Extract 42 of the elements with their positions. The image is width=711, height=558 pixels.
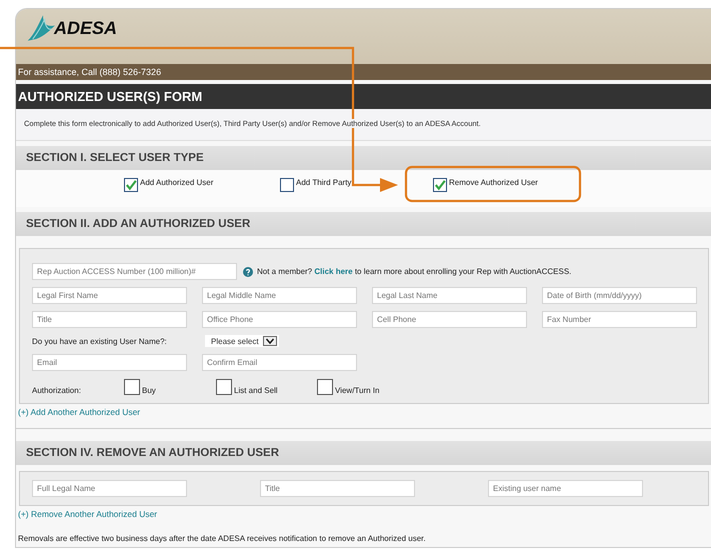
checkbox-label: List and Sell	[234, 386, 278, 395]
input-field[interactable]: Legal Last Name	[372, 287, 527, 304]
input-field[interactable]: Legal First Name	[32, 287, 187, 304]
add-user-link[interactable]: (+) Add Another Authorized User	[16, 404, 711, 420]
checkbox[interactable]	[433, 178, 447, 192]
help-icon	[243, 266, 253, 276]
remove-user-link[interactable]: (+) Remove Another Authorized User	[16, 506, 711, 522]
input-field[interactable]: Confirm Email	[202, 354, 357, 371]
input-field[interactable]: Email	[32, 354, 187, 371]
username-select[interactable]: Please select	[205, 335, 279, 347]
checkbox-label: Add Third Party	[296, 178, 352, 187]
logo-text: ADESA	[54, 18, 118, 38]
input-field[interactable]: Office Phone	[202, 311, 357, 328]
authorization-label: Authorization:	[32, 386, 82, 395]
section-heading: SECTION IV. REMOVE AN AUTHORIZED USER	[16, 441, 711, 465]
checkbox-label: Remove Authorized User	[449, 178, 538, 187]
form-title: AUTHORIZED USER(S) FORM	[16, 84, 711, 109]
input-field[interactable]: Date of Birth (mm/dd/yyyy)	[542, 287, 697, 304]
checkbox-label: View/Turn In	[335, 386, 380, 395]
checkbox[interactable]	[124, 178, 138, 192]
input-field[interactable]: Title	[32, 311, 187, 328]
input-field[interactable]: Title	[260, 480, 415, 497]
removal-note: Removals are effective two business days after the date ADESA receives notification to remove an Authorized user.	[17, 533, 427, 545]
checkbox-label: Buy	[142, 386, 156, 395]
checkbox[interactable]	[124, 379, 140, 395]
section-heading: SECTION II. ADD AN AUTHORIZED USER	[16, 212, 711, 236]
assistance-text: For assistance, Call (888) 526-7326	[16, 64, 711, 80]
input-field[interactable]: Legal Middle Name	[202, 287, 357, 304]
input-field[interactable]: Full Legal Name	[32, 480, 187, 497]
checkbox-label: Add Authorized User	[140, 178, 214, 187]
input-field[interactable]: Fax Number	[542, 311, 697, 328]
question-label: Do you have an existing User Name?:	[32, 336, 168, 346]
dropdown-arrow-icon	[262, 336, 277, 346]
checkbox[interactable]	[216, 379, 232, 395]
checkbox[interactable]	[317, 379, 333, 395]
checkbox[interactable]	[280, 178, 294, 192]
input-field[interactable]: Cell Phone	[372, 311, 527, 328]
section-heading: SECTION I. SELECT USER TYPE	[16, 146, 711, 170]
member-note: Not a member? Click here to learn more about enrolling your Rep with AuctionACCESS.	[257, 267, 572, 276]
input-field[interactable]: Existing user name	[488, 480, 643, 497]
click-here-link[interactable]: Click here	[314, 267, 353, 276]
input-field[interactable]: Rep Auction ACCESS Number (100 million)#	[32, 263, 237, 280]
